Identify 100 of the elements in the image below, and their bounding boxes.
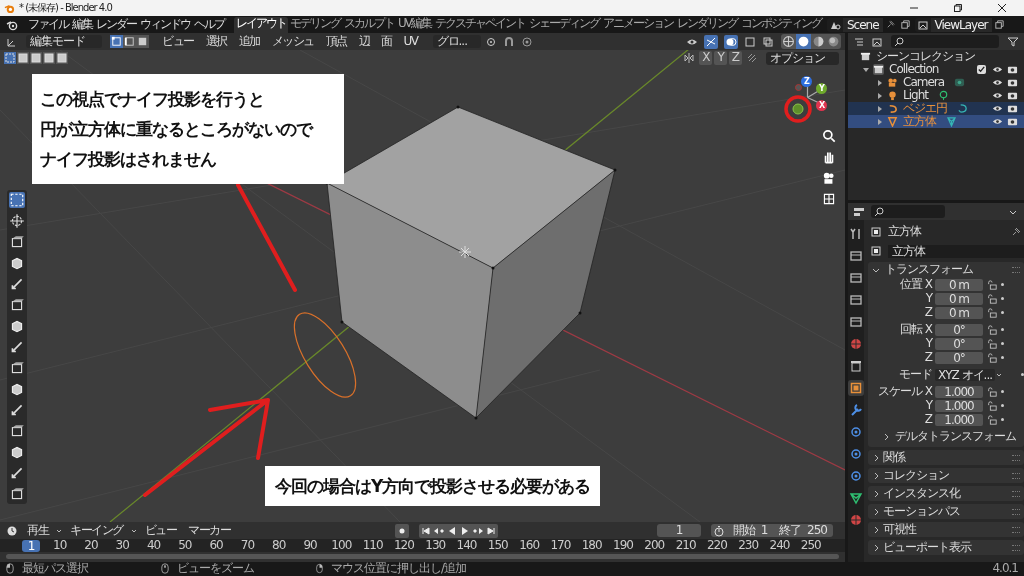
- menu-item[interactable]: マーカー: [183, 523, 235, 538]
- annotation-text: 円が立方体に重なるところがないので: [40, 118, 314, 141]
- menu-item[interactable]: ビュー: [139, 523, 181, 538]
- frame-tick-label: 60: [208, 538, 224, 553]
- panel-title[interactable]: トランスフォーム: [885, 263, 973, 277]
- number-field[interactable]: 1.000: [935, 399, 983, 412]
- mirror-axis-toggle[interactable]: Y: [714, 51, 727, 65]
- frame-tick-label: 40: [145, 538, 162, 553]
- number-field[interactable]: 0°: [935, 351, 983, 364]
- menu-item[interactable]: 頂点: [320, 34, 352, 49]
- workspace-tab[interactable]: スカルプト: [342, 17, 396, 33]
- frame-tick-label: 230: [737, 538, 760, 553]
- frame-tick-label: 180: [580, 538, 603, 553]
- number-field[interactable]: 0 m: [935, 278, 983, 291]
- workspace-tab[interactable]: モデリング: [288, 17, 342, 33]
- field-label: モード: [898, 367, 933, 382]
- menu-item[interactable]: ビュー: [157, 34, 199, 49]
- outliner-item[interactable]: Camera: [903, 75, 945, 90]
- number-field[interactable]: 1.000: [935, 385, 983, 398]
- outliner-row[interactable]: Light: [848, 89, 1024, 102]
- collapsed-panel[interactable]: モーションパス: [868, 504, 1024, 519]
- end-frame-field[interactable]: 250: [807, 523, 833, 538]
- window-title: * (未保存) - Blender 4.0: [19, 2, 112, 14]
- menu-item[interactable]: キーイング: [65, 523, 128, 538]
- mirror-axis-toggle[interactable]: X: [699, 51, 713, 65]
- start-frame-field[interactable]: 1: [760, 523, 774, 538]
- status-hint: 最短パス選択: [22, 562, 88, 576]
- annotation-text: この視点でナイフ投影を行うと: [40, 88, 265, 111]
- frame-tick-label: 250: [799, 538, 822, 553]
- mode-dropdown[interactable]: 編集モード: [26, 35, 102, 48]
- frame-tick-label: 150: [486, 538, 509, 553]
- outliner-item[interactable]: シーンコレクション: [876, 49, 975, 64]
- frame-tick-label: 20: [83, 538, 99, 553]
- collapsed-panel[interactable]: インスタンス化: [868, 486, 1024, 501]
- field-label: Z: [923, 350, 934, 365]
- frame-tick-label: 70: [239, 538, 256, 553]
- menu-item[interactable]: ヘルプ: [192, 17, 226, 32]
- menu-item[interactable]: 編集: [70, 17, 94, 32]
- workspace-tab[interactable]: アニメーション: [601, 17, 675, 33]
- menu-item[interactable]: ウィンドウ: [138, 17, 192, 32]
- workspace-tab[interactable]: テクスチャペイント: [433, 17, 527, 33]
- number-field[interactable]: 0°: [935, 337, 983, 350]
- menu-item[interactable]: メッシュ: [266, 34, 319, 49]
- menu-item[interactable]: ファイル: [26, 17, 70, 32]
- outliner-item[interactable]: ベジエ円: [903, 101, 947, 116]
- orientation-dropdown[interactable]: グロ...: [432, 35, 481, 48]
- outliner-row[interactable]: ベジエ円: [848, 102, 1024, 115]
- menu-item[interactable]: UV: [398, 34, 423, 49]
- axis-ball-button[interactable]: X: [816, 100, 827, 111]
- name-field[interactable]: 立方体: [888, 244, 1024, 258]
- annotation-text: ナイフ投影はされません: [40, 148, 217, 171]
- frame-tick-label: 110: [361, 538, 384, 553]
- scene-selector[interactable]: Scene: [827, 17, 883, 32]
- collapsed-panel[interactable]: 可視性: [868, 522, 1024, 537]
- frame-tick-label: 190: [612, 538, 634, 553]
- frame-tick-label: 220: [705, 538, 728, 553]
- field-label: 位置 X: [898, 277, 934, 292]
- options-dropdown[interactable]: オプション: [766, 51, 839, 65]
- panel-title[interactable]: デルタトランスフォーム: [895, 430, 1016, 444]
- number-field[interactable]: 0°: [935, 323, 983, 336]
- collapsed-panel[interactable]: 関係: [868, 450, 1024, 465]
- collapsed-panel[interactable]: ビューポート表示: [868, 540, 1024, 555]
- status-hint: マウス位置に押し出し/追加: [330, 562, 466, 576]
- frame-tick-label: 140: [455, 538, 478, 553]
- current-frame-field[interactable]: 1: [657, 524, 701, 537]
- frame-tick-label: 240: [768, 538, 791, 553]
- outliner-item[interactable]: Light: [903, 88, 928, 103]
- number-field[interactable]: 0 m: [935, 306, 983, 319]
- outliner-item[interactable]: Collection: [889, 62, 939, 77]
- frame-tick-label: 80: [271, 538, 287, 553]
- view-layer-selector[interactable]: ViewLayer: [914, 17, 992, 32]
- workspace-tab[interactable]: レンダリング: [675, 17, 739, 33]
- frame-tick-label: 120: [392, 538, 415, 553]
- outliner-row[interactable]: Camera: [848, 76, 1024, 89]
- menu-item[interactable]: 選択: [200, 34, 232, 49]
- frame-tick-label: 200: [643, 538, 666, 553]
- menu-item[interactable]: レンダー: [94, 17, 138, 32]
- menu-item[interactable]: 追加: [233, 34, 265, 49]
- collapsed-panel[interactable]: コレクション: [868, 468, 1024, 483]
- workspace-tab[interactable]: シェーディング: [527, 17, 601, 33]
- mode-dropdown[interactable]: XYZ オイ...: [935, 368, 996, 381]
- menu-item[interactable]: 辺: [353, 34, 374, 49]
- menu-item[interactable]: 再生: [22, 523, 53, 538]
- frame-tick-label: 130: [424, 538, 447, 553]
- workspace-tab[interactable]: レイアウト: [234, 17, 288, 33]
- number-field[interactable]: 0 m: [935, 292, 983, 305]
- field-label: Z: [923, 412, 934, 427]
- mirror-axis-toggle[interactable]: Z: [728, 51, 742, 65]
- frame-tick-label: 210: [674, 538, 697, 553]
- field-label: Z: [923, 305, 934, 320]
- field-label: Y: [924, 336, 934, 351]
- menu-item[interactable]: 面: [376, 34, 397, 49]
- workspace-tab[interactable]: UV編集: [396, 17, 433, 33]
- workspace-tab[interactable]: コンポジティング: [739, 17, 823, 33]
- current-frame-marker[interactable]: 1: [22, 539, 40, 552]
- outliner-item[interactable]: 立方体: [903, 114, 936, 129]
- outliner-row[interactable]: 立方体: [848, 115, 1024, 128]
- field-label: Y: [924, 398, 934, 413]
- number-field[interactable]: 1.000: [935, 413, 983, 426]
- axis-ball-button[interactable]: Z: [801, 76, 812, 87]
